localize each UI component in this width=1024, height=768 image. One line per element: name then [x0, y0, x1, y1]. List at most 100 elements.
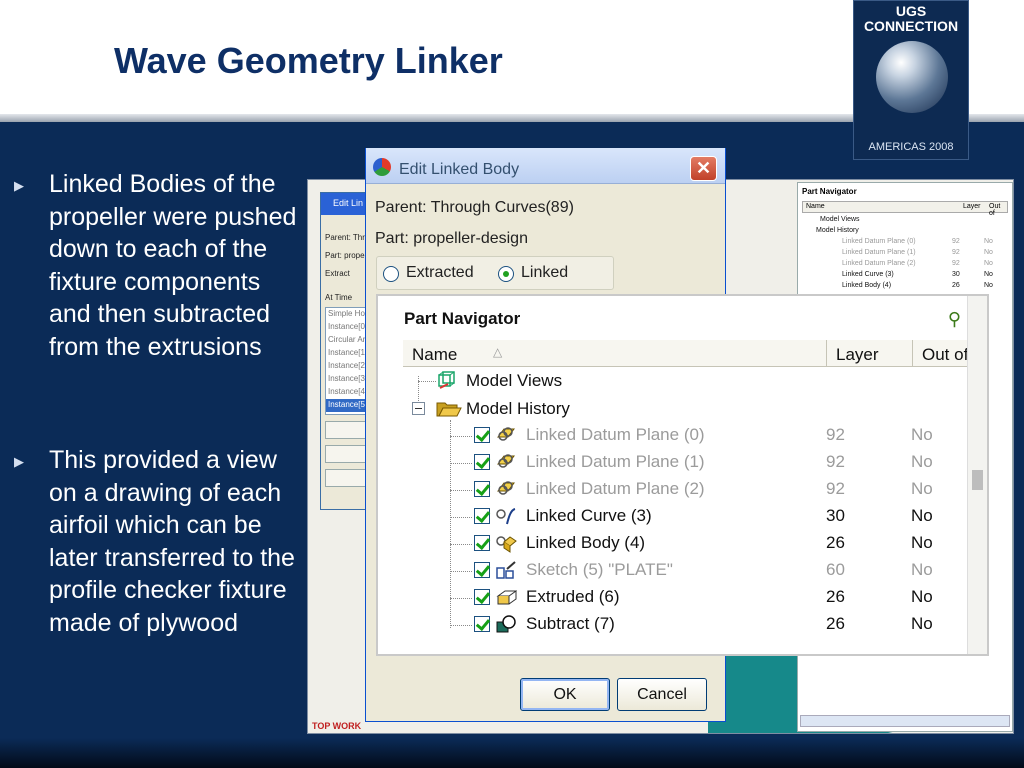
small-feature-layer: 92 [952, 249, 960, 256]
tree-item-label: Model Views [466, 371, 563, 390]
small-feature-out: No [984, 282, 993, 289]
feature-name: Extruded (6) [526, 587, 620, 606]
linked-radio-label[interactable]: Linked [521, 264, 568, 282]
background-dialog-parent: Parent: Thr [325, 233, 365, 242]
feature-out-of-date: No [911, 425, 933, 444]
linked-radio[interactable] [498, 266, 514, 282]
column-name[interactable]: Name [412, 345, 457, 365]
close-button[interactable]: ✕ [690, 156, 717, 181]
small-feature-out: No [984, 238, 993, 245]
navigator-row[interactable]: Sketch (5) "PLATE" 60 No [378, 557, 948, 584]
background-dialog-radio[interactable]: Extract [325, 269, 350, 278]
column-layer[interactable]: Layer [836, 345, 879, 365]
visibility-checkbox[interactable] [474, 427, 490, 443]
bullet-marker-icon: ▶ [14, 454, 24, 469]
tree-line [450, 598, 472, 599]
globe-icon [876, 41, 948, 113]
background-dialog-checkbox[interactable]: At Time [325, 293, 352, 302]
folder-open-icon [436, 402, 462, 417]
small-col-out[interactable]: Out of [989, 203, 1007, 217]
sort-arrow-icon: △ [493, 345, 503, 359]
navigator-row[interactable]: Linked Datum Plane (0) 92 No [378, 422, 948, 449]
small-navigator-title: Part Navigator [802, 187, 857, 196]
small-feature-layer: 92 [952, 260, 960, 267]
navigator-row[interactable]: Linked Datum Plane (2) 92 No [378, 476, 948, 503]
column-out-of[interactable]: Out of [922, 345, 968, 365]
navigator-row[interactable]: Extruded (6) 26 No [378, 584, 948, 611]
linked-body-icon [496, 536, 517, 553]
cancel-button[interactable]: Cancel [617, 678, 707, 711]
small-feature-layer: 30 [952, 271, 960, 278]
small-tree-item[interactable]: Model Views [802, 216, 1002, 227]
logo-line1: UGS [895, 3, 927, 19]
feature-out-of-date: No [911, 479, 933, 498]
small-navigator-row[interactable]: Linked Body (4) 26 No [802, 282, 1002, 293]
small-horizontal-scrollbar[interactable] [800, 715, 1010, 727]
feature-out-of-date: No [911, 587, 933, 606]
small-col-layer[interactable]: Layer [963, 203, 981, 210]
small-item-label: Model Views [820, 216, 860, 223]
visibility-checkbox[interactable] [474, 616, 490, 632]
part-label: Part: propeller-design [375, 230, 528, 247]
feature-layer: 26 [826, 614, 845, 633]
extracted-radio-label[interactable]: Extracted [406, 264, 474, 282]
small-feature-name: Linked Body (4) [842, 282, 892, 289]
ok-button[interactable]: OK [520, 678, 610, 711]
vertical-scrollbar[interactable] [967, 296, 987, 654]
column-separator[interactable] [826, 340, 827, 367]
visibility-checkbox[interactable] [474, 535, 490, 551]
visibility-checkbox[interactable] [474, 589, 490, 605]
visibility-checkbox[interactable] [474, 508, 490, 524]
scrollbar-thumb[interactable] [972, 470, 983, 490]
tree-line [450, 571, 472, 572]
feature-out-of-date: No [911, 506, 933, 525]
feature-layer: 92 [826, 425, 845, 444]
bullet-2: ▶ This provided a view on a drawing of e… [14, 444, 304, 639]
part-navigator-title: Part Navigator [404, 309, 521, 328]
bullet-2-text: This provided a view on a drawing of eac… [49, 446, 295, 637]
feature-layer: 92 [826, 479, 845, 498]
slide-title: Wave Geometry Linker [114, 40, 503, 81]
datum-plane-icon [497, 454, 515, 468]
feature-name: Linked Datum Plane (2) [526, 479, 705, 498]
feature-name: Linked Body (4) [526, 533, 646, 552]
navigator-row[interactable]: Linked Body (4) 26 No [378, 530, 948, 557]
small-feature-layer: 92 [952, 238, 960, 245]
linked-curve-icon [496, 508, 516, 525]
datum-plane-icon [497, 427, 515, 441]
link-type-group: Extracted Linked [376, 256, 614, 290]
tree-line [450, 544, 472, 545]
small-navigator-row[interactable]: Linked Datum Plane (0) 92 No [802, 238, 1002, 249]
feature-name: Linked Datum Plane (0) [526, 425, 705, 444]
background-footer-label: TOP WORK [312, 721, 362, 731]
small-navigator-row[interactable]: Linked Datum Plane (1) 92 No [802, 249, 1002, 260]
tree-line [450, 517, 472, 518]
small-navigator-row[interactable]: Linked Curve (3) 30 No [802, 271, 1002, 282]
visibility-checkbox[interactable] [474, 454, 490, 470]
subtract-icon [496, 615, 516, 633]
tree-item-model-history[interactable]: Model History [378, 395, 948, 422]
navigator-row[interactable]: Linked Curve (3) 30 No [378, 503, 948, 530]
navigator-column-header: Name △ Layer Out of [403, 340, 973, 367]
logo-line2: CONNECTION [863, 18, 959, 34]
tree-line [450, 436, 472, 437]
pin-icon[interactable]: ⚲ [948, 309, 961, 330]
small-tree-item[interactable]: Model History [802, 227, 1002, 238]
small-item-label: Model History [816, 227, 859, 234]
collapse-icon[interactable] [412, 402, 425, 415]
navigator-row[interactable]: Linked Datum Plane (1) 92 No [378, 449, 948, 476]
small-col-name[interactable]: Name [806, 203, 825, 210]
visibility-checkbox[interactable] [474, 481, 490, 497]
parent-label: Parent: Through Curves(89) [375, 199, 574, 216]
feature-layer: 60 [826, 560, 845, 579]
visibility-checkbox[interactable] [474, 562, 490, 578]
feature-layer: 26 [826, 533, 845, 552]
logo-tagline: AMERICAS 2008 [868, 141, 954, 153]
small-navigator-row[interactable]: Linked Datum Plane (2) 92 No [802, 260, 1002, 271]
part-navigator: Part Navigator ⚲ Name △ Layer Out of Mod… [376, 294, 989, 656]
tree-item-model-views[interactable]: Model Views [378, 368, 948, 395]
extracted-radio[interactable] [383, 266, 399, 282]
navigator-row[interactable]: Subtract (7) 26 No [378, 611, 948, 638]
small-navigator-header: Name Layer Out of [802, 201, 1008, 217]
column-separator[interactable] [912, 340, 913, 367]
